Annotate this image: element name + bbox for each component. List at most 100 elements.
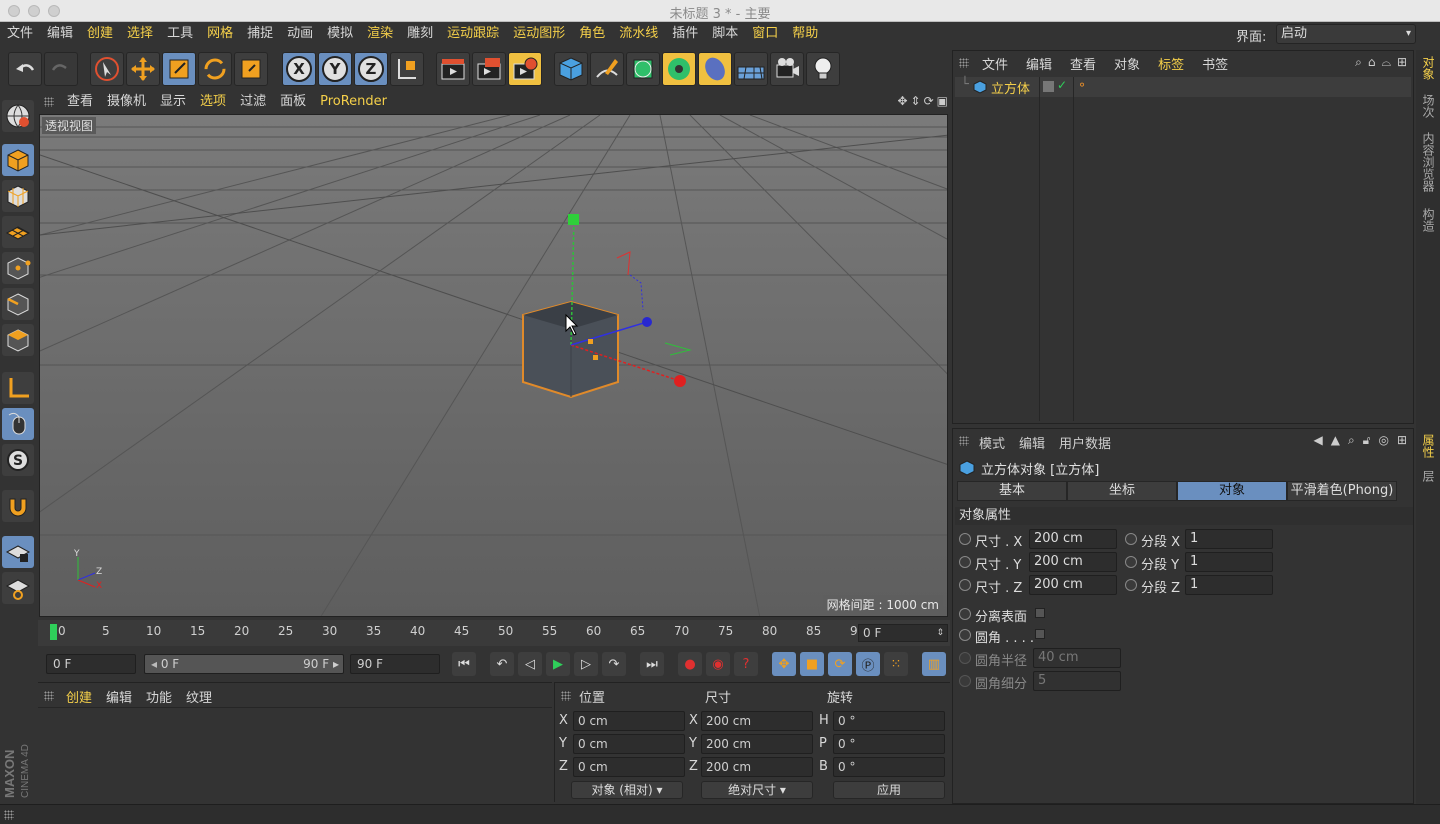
pos-field[interactable]: 0 cm — [573, 757, 685, 777]
menu-item[interactable]: 捕捉 — [240, 22, 280, 46]
deformer-button[interactable] — [698, 52, 732, 86]
pos-field[interactable]: 0 cm — [573, 711, 685, 731]
side-tab-structure[interactable]: 构造 — [1420, 208, 1437, 232]
record-point-level-button[interactable]: ⁙ — [884, 652, 908, 676]
size-field[interactable]: 200 cm — [701, 734, 813, 754]
camera-button[interactable] — [770, 52, 804, 86]
seg-z-animate-radio[interactable] — [1125, 579, 1137, 591]
apply-button[interactable]: 应用 — [833, 781, 945, 799]
search-icon[interactable]: ⌕ — [1355, 55, 1362, 70]
panel-grip-icon[interactable] — [959, 58, 969, 68]
cube-object-button[interactable] — [554, 52, 588, 86]
record-scale-button[interactable]: ■ — [800, 652, 824, 676]
viewport-menu-item[interactable]: 查看 — [60, 90, 100, 114]
record-parameter-button[interactable]: Ⓟ — [856, 652, 880, 676]
coord-mode-select[interactable]: 对象 (相对) ▾ — [571, 781, 683, 799]
max-time-field[interactable]: 90 F — [350, 654, 440, 674]
size-x-field[interactable]: 200 cm — [1029, 529, 1117, 549]
last-tool-button[interactable] — [234, 52, 268, 86]
home-icon[interactable]: ⌂ — [1368, 55, 1376, 70]
z-axis-lock-button[interactable]: Z — [354, 52, 388, 86]
y-axis-lock-button[interactable]: Y — [318, 52, 352, 86]
rot-field[interactable]: 0 ° — [833, 757, 945, 777]
tab-coord[interactable]: 坐标 — [1067, 481, 1177, 501]
cube-object[interactable] — [522, 300, 619, 399]
object-name[interactable]: 立方体 — [991, 78, 1030, 97]
maximize-icon[interactable]: ⊞ — [1397, 433, 1407, 448]
viewport-menu-item[interactable]: ProRender — [313, 90, 394, 114]
object-tree[interactable]: └ 立方体 ✓ ⚬ — [955, 77, 1411, 421]
seg-y-field[interactable]: 1 — [1185, 552, 1273, 572]
visibility-check-icon[interactable]: ✓ — [1057, 78, 1067, 92]
size-field[interactable]: 200 cm — [701, 757, 813, 777]
go-to-end-button[interactable]: ⏭ — [640, 652, 664, 676]
render-settings-button[interactable] — [508, 52, 542, 86]
object-menu-item[interactable]: 书签 — [1193, 54, 1237, 73]
next-frame-button[interactable]: ▷ — [574, 652, 598, 676]
panel-grip-icon[interactable] — [959, 436, 969, 446]
edge-mode-button[interactable] — [2, 288, 34, 320]
scale-tool-button[interactable] — [162, 52, 196, 86]
keyframe-selection-button[interactable]: ? — [734, 652, 758, 676]
seg-x-field[interactable]: 1 — [1185, 529, 1273, 549]
previous-frame-button[interactable]: ◁ — [518, 652, 542, 676]
floor-scene-button[interactable] — [734, 52, 768, 86]
undo-button[interactable] — [8, 52, 42, 86]
menu-item[interactable]: 渲染 — [360, 22, 400, 46]
object-menu-item[interactable]: 查看 — [1061, 54, 1105, 73]
lock-icon[interactable]: 🔓︎ — [1363, 433, 1371, 448]
object-menu-item[interactable]: 对象 — [1105, 54, 1149, 73]
menu-item[interactable]: 窗口 — [745, 22, 785, 46]
workplane-mode-button[interactable] — [2, 216, 34, 248]
texture-mode-button[interactable] — [2, 180, 34, 212]
playhead-marker[interactable] — [50, 624, 57, 640]
snap-settings-button[interactable]: S — [2, 444, 34, 476]
menu-item[interactable]: 插件 — [665, 22, 705, 46]
menu-item[interactable]: 网格 — [200, 22, 240, 46]
render-view-button[interactable] — [436, 52, 470, 86]
polygon-mode-button[interactable] — [2, 324, 34, 356]
menu-item[interactable]: 脚本 — [705, 22, 745, 46]
separate-animate-radio[interactable] — [959, 608, 971, 620]
workplane-lock-button[interactable] — [2, 536, 34, 568]
menu-item[interactable]: 帮助 — [785, 22, 825, 46]
viewport-menu-item[interactable]: 面板 — [273, 90, 313, 114]
record-button[interactable]: ● — [678, 652, 702, 676]
go-to-start-button[interactable]: ⏮ — [452, 652, 476, 676]
record-rotation-button[interactable]: ⟳ — [828, 652, 852, 676]
minimize-icon[interactable]: ⌓ — [1381, 55, 1391, 70]
material-menu-texture[interactable]: 纹理 — [186, 687, 212, 706]
fillet-animate-radio[interactable] — [959, 629, 971, 641]
size-y-field[interactable]: 200 cm — [1029, 552, 1117, 572]
maximize-view-icon[interactable]: ▣ — [937, 94, 948, 108]
size-z-field[interactable]: 200 cm — [1029, 575, 1117, 595]
tab-basic[interactable]: 基本 — [957, 481, 1067, 501]
search-icon[interactable]: ⌕ — [1348, 433, 1355, 448]
menu-item[interactable]: 编辑 — [40, 22, 80, 46]
menu-item[interactable]: 动画 — [280, 22, 320, 46]
material-menu-create[interactable]: 创建 — [66, 687, 92, 706]
current-frame-field[interactable]: 0 F ⇕ — [858, 624, 948, 642]
seg-x-animate-radio[interactable] — [1125, 533, 1137, 545]
back-arrow-icon[interactable]: ◀ — [1313, 433, 1322, 448]
stepper-icon[interactable]: ⇕ — [936, 625, 944, 641]
min-time-field[interactable]: 0 F — [46, 654, 136, 674]
perspective-viewport[interactable]: Y Z X 透视视图 网格间距 : 1000 cm — [39, 114, 948, 617]
tab-phong[interactable]: 平滑着色(Phong) — [1287, 481, 1397, 501]
viewport-menu-item[interactable]: 过滤 — [233, 90, 273, 114]
pos-field[interactable]: 0 cm — [573, 734, 685, 754]
cloner-button[interactable] — [662, 52, 696, 86]
panel-grip-icon[interactable] — [561, 691, 571, 701]
viewport-menu-item[interactable]: 摄像机 — [100, 90, 153, 114]
point-mode-button[interactable] — [2, 252, 34, 284]
size-field[interactable]: 200 cm — [701, 711, 813, 731]
rotate-view-icon[interactable]: ⟳ — [924, 94, 934, 108]
panel-grip-icon[interactable] — [4, 810, 14, 820]
viewport-menu-item[interactable]: 选项 — [193, 90, 233, 114]
rot-field[interactable]: 0 ° — [833, 734, 945, 754]
menu-item[interactable]: 流水线 — [612, 22, 665, 46]
menu-item[interactable]: 创建 — [80, 22, 120, 46]
separate-surfaces-checkbox[interactable] — [1035, 608, 1045, 618]
side-tab-takes[interactable]: 场次 — [1420, 94, 1437, 118]
autokey-button[interactable]: ◉ — [706, 652, 730, 676]
